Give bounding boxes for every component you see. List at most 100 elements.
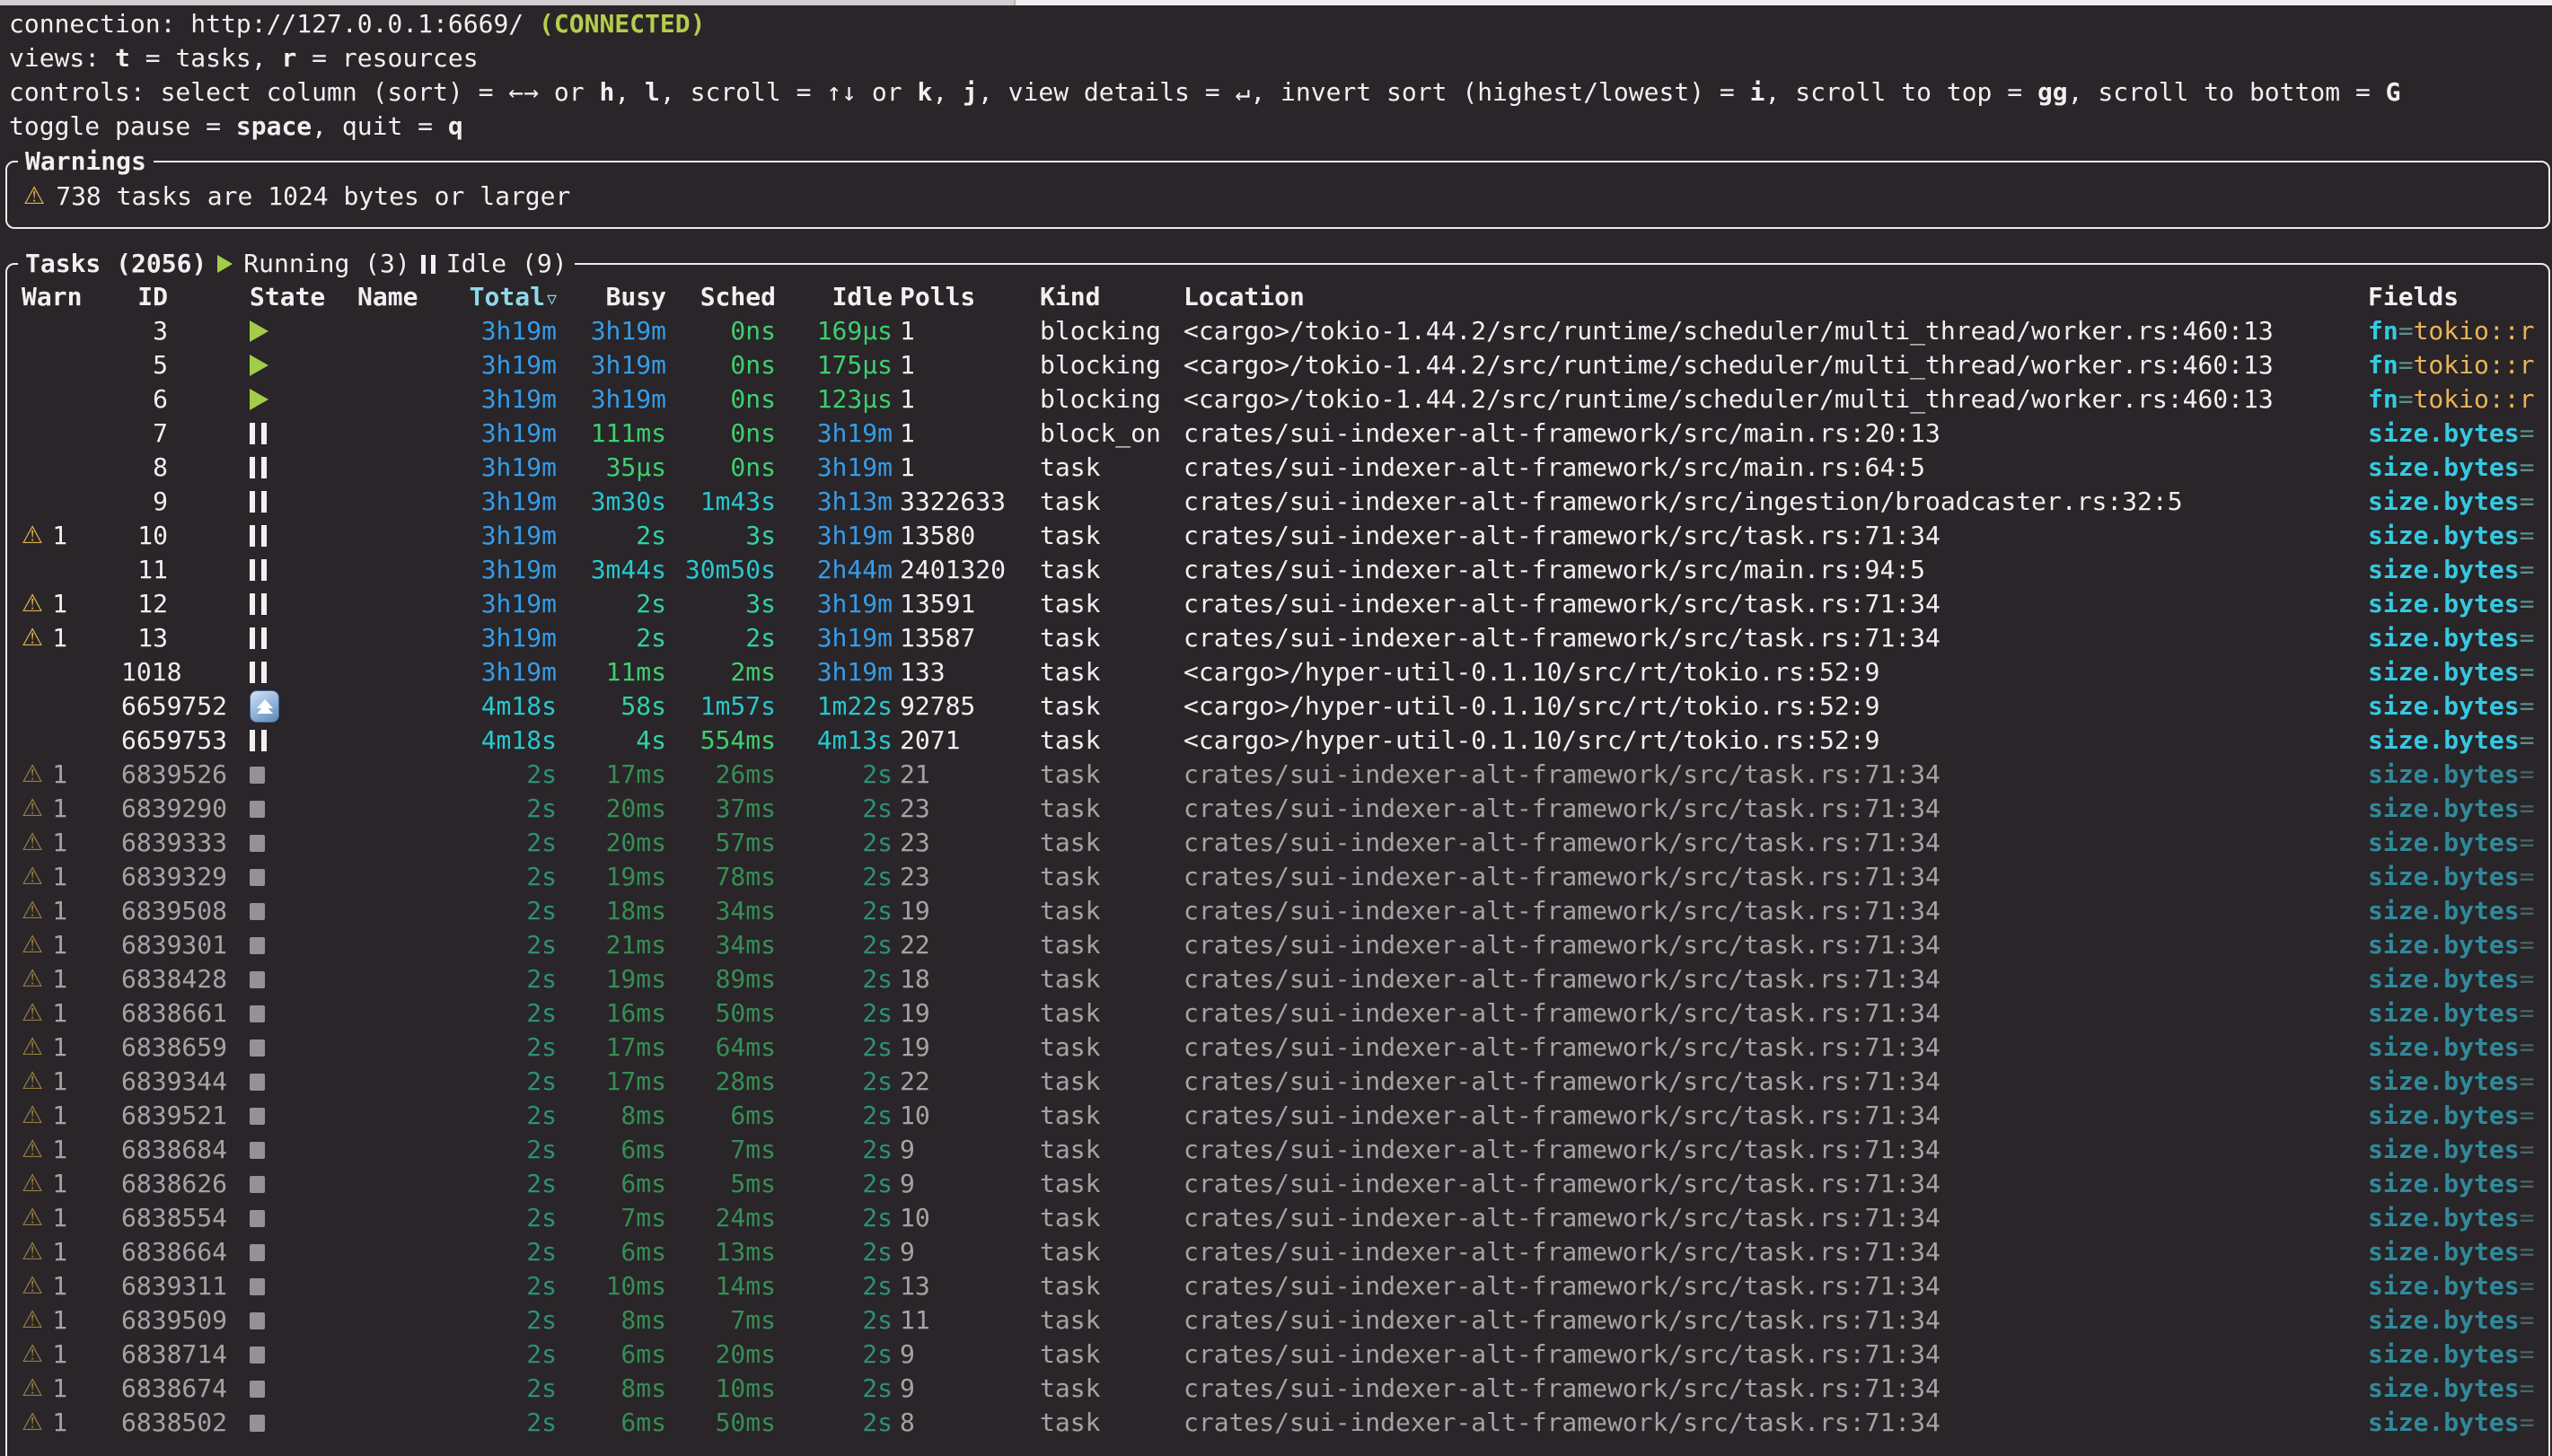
column-header-loc[interactable]: Location [1184,280,2362,314]
duration-value: 0ns [730,418,776,448]
state-idle-icon [250,730,267,751]
task-row[interactable]: 93h19m3m30s1m43s3h13m3322633taskcrates/s… [0,485,2552,519]
state-completed-icon [250,1210,265,1227]
duration-value: 1m22s [817,691,893,721]
duration-value: 28ms [716,1066,776,1096]
task-row[interactable]: ⚠168393292s19ms78ms2s23taskcrates/sui-in… [0,860,2552,894]
duration-value: 20ms [716,1339,776,1369]
column-header-polls[interactable]: Polls [900,280,1034,314]
cell-warn: ⚠1 [22,1406,111,1440]
task-row[interactable]: ⚠168384282s19ms89ms2s18taskcrates/sui-in… [0,962,2552,996]
duration-value: 2s [526,1135,557,1164]
column-header-id[interactable]: ID [121,280,168,314]
column-header-name[interactable]: Name [357,280,456,314]
duration-value: 123µs [817,384,893,414]
cell-busy: 8ms [564,1099,666,1133]
task-row[interactable]: 66597524m18s58s1m57s1m22s92785task<cargo… [0,689,2552,724]
task-row[interactable]: 73h19m111ms0ns3h19m1block_oncrates/sui-i… [0,417,2552,451]
task-row[interactable]: ⚠168387142s6ms20ms2s9taskcrates/sui-inde… [0,1338,2552,1372]
cell-busy: 3h19m [564,382,666,417]
task-row[interactable]: ⚠168393012s21ms34ms2s22taskcrates/sui-in… [0,928,2552,962]
task-row[interactable]: ⚠168392902s20ms37ms2s23taskcrates/sui-in… [0,792,2552,826]
task-row[interactable]: ⚠168386592s17ms64ms2s19taskcrates/sui-in… [0,1031,2552,1065]
cell-polls: 9 [900,1372,1034,1406]
column-header-kind[interactable]: Kind [1040,280,1184,314]
cell-idle: 175µs [783,348,893,382]
task-row[interactable]: ⚠1123h19m2s3s3h19m13591taskcrates/sui-in… [0,587,2552,621]
task-row[interactable]: ⚠168386742s8ms10ms2s9taskcrates/sui-inde… [0,1372,2552,1406]
cell-sched: 26ms [673,758,776,792]
cell-idle: 2s [783,1031,893,1065]
cell-kind: task [1040,1372,1184,1406]
duration-value: 3h19m [817,657,893,687]
task-row[interactable]: 33h19m3h19m0ns169µs1blocking<cargo>/toki… [0,314,2552,348]
cell-polls: 1 [900,348,1034,382]
duration-value: 2s [862,862,893,891]
field-key: size.bytes [2368,1339,2520,1369]
task-row[interactable]: 83h19m35µs0ns3h19m1taskcrates/sui-indexe… [0,451,2552,485]
cell-warn: ⚠1 [22,1303,111,1338]
cell-warn: ⚠1 [22,587,111,621]
duration-value: 19ms [606,964,666,994]
cell-sched: 1m43s [673,485,776,519]
cell-fields: size.bytes= [2368,860,2544,894]
duration-value: 3h19m [591,384,666,414]
task-row[interactable]: ⚠168386642s6ms13ms2s9taskcrates/sui-inde… [0,1235,2552,1269]
field-separator: = [2520,1169,2535,1198]
column-header-warn[interactable]: Warn [22,280,111,314]
cell-busy: 6ms [564,1406,666,1440]
column-header-total[interactable]: Total▿ [458,280,557,314]
column-header-sched[interactable]: Sched [673,280,776,314]
duration-value: 3h19m [817,418,893,448]
task-row[interactable]: ⚠168386262s6ms5ms2s9taskcrates/sui-index… [0,1167,2552,1201]
duration-value: 2s [862,964,893,994]
task-row[interactable]: ⚠168393112s10ms14ms2s13taskcrates/sui-in… [0,1269,2552,1303]
cell-kind: task [1040,485,1184,519]
cell-busy: 18ms [564,894,666,928]
cell-polls: 1 [900,382,1034,417]
cell-fields: size.bytes= [2368,1303,2544,1338]
cell-fields: size.bytes= [2368,1099,2544,1133]
task-row[interactable]: 66597534m18s4s554ms4m13s2071task<cargo>/… [0,724,2552,758]
cell-polls: 9 [900,1167,1034,1201]
cell-total: 2s [458,1269,557,1303]
task-row[interactable]: ⚠168385542s7ms24ms2s10taskcrates/sui-ind… [0,1201,2552,1235]
task-row[interactable]: ⚠168393332s20ms57ms2s23taskcrates/sui-in… [0,826,2552,860]
task-row[interactable]: 63h19m3h19m0ns123µs1blocking<cargo>/toki… [0,382,2552,417]
task-row[interactable]: 10183h19m11ms2ms3h19m133task<cargo>/hype… [0,655,2552,689]
field-key: size.bytes [2368,691,2520,721]
duration-value: 2s [526,1339,557,1369]
scrollbar-thumb-icon[interactable] [0,0,1016,5]
task-row[interactable]: ⚠168386842s6ms7ms2s9taskcrates/sui-index… [0,1133,2552,1167]
duration-value: 3h19m [481,384,557,414]
cell-state [250,348,305,382]
cell-warn: ⚠1 [22,1031,111,1065]
task-row[interactable]: ⚠168386612s16ms50ms2s19taskcrates/sui-in… [0,996,2552,1031]
duration-value: 2s [636,623,666,653]
warning-icon: ⚠ [22,1372,43,1406]
cell-location: <cargo>/tokio-1.44.2/src/runtime/schedul… [1184,382,2362,417]
column-header-state[interactable]: State [250,280,305,314]
cell-total: 2s [458,1133,557,1167]
duration-value: 3h19m [817,589,893,618]
task-row[interactable]: ⚠1133h19m2s2s3h19m13587taskcrates/sui-in… [0,621,2552,655]
duration-value: 2s [862,896,893,925]
task-row[interactable]: ⚠168393442s17ms28ms2s22taskcrates/sui-in… [0,1065,2552,1099]
cell-fields: size.bytes= [2368,1338,2544,1372]
task-row[interactable]: ⚠1103h19m2s3s3h19m13580taskcrates/sui-in… [0,519,2552,553]
task-row[interactable]: 113h19m3m44s30m50s2h44m2401320taskcrates… [0,553,2552,587]
task-row[interactable]: 53h19m3h19m0ns175µs1blocking<cargo>/toki… [0,348,2552,382]
duration-value: 6ms [620,1135,666,1164]
window-scrollbar[interactable] [0,0,2552,5]
text-token: , view details = ↵, invert sort (highest… [978,77,1750,107]
column-header-fields[interactable]: Fields [2368,280,2544,314]
task-row[interactable]: ⚠168385022s6ms50ms2s8taskcrates/sui-inde… [0,1406,2552,1440]
task-row[interactable]: ⚠168395212s8ms6ms2s10taskcrates/sui-inde… [0,1099,2552,1133]
task-row[interactable]: ⚠168395092s8ms7ms2s11taskcrates/sui-inde… [0,1303,2552,1338]
task-row[interactable]: ⚠168395082s18ms34ms2s19taskcrates/sui-in… [0,894,2552,928]
task-row[interactable]: ⚠168395262s17ms26ms2s21taskcrates/sui-in… [0,758,2552,792]
column-header-idle[interactable]: Idle [783,280,893,314]
column-header-busy[interactable]: Busy [564,280,666,314]
cell-kind: task [1040,928,1184,962]
cell-sched: 57ms [673,826,776,860]
